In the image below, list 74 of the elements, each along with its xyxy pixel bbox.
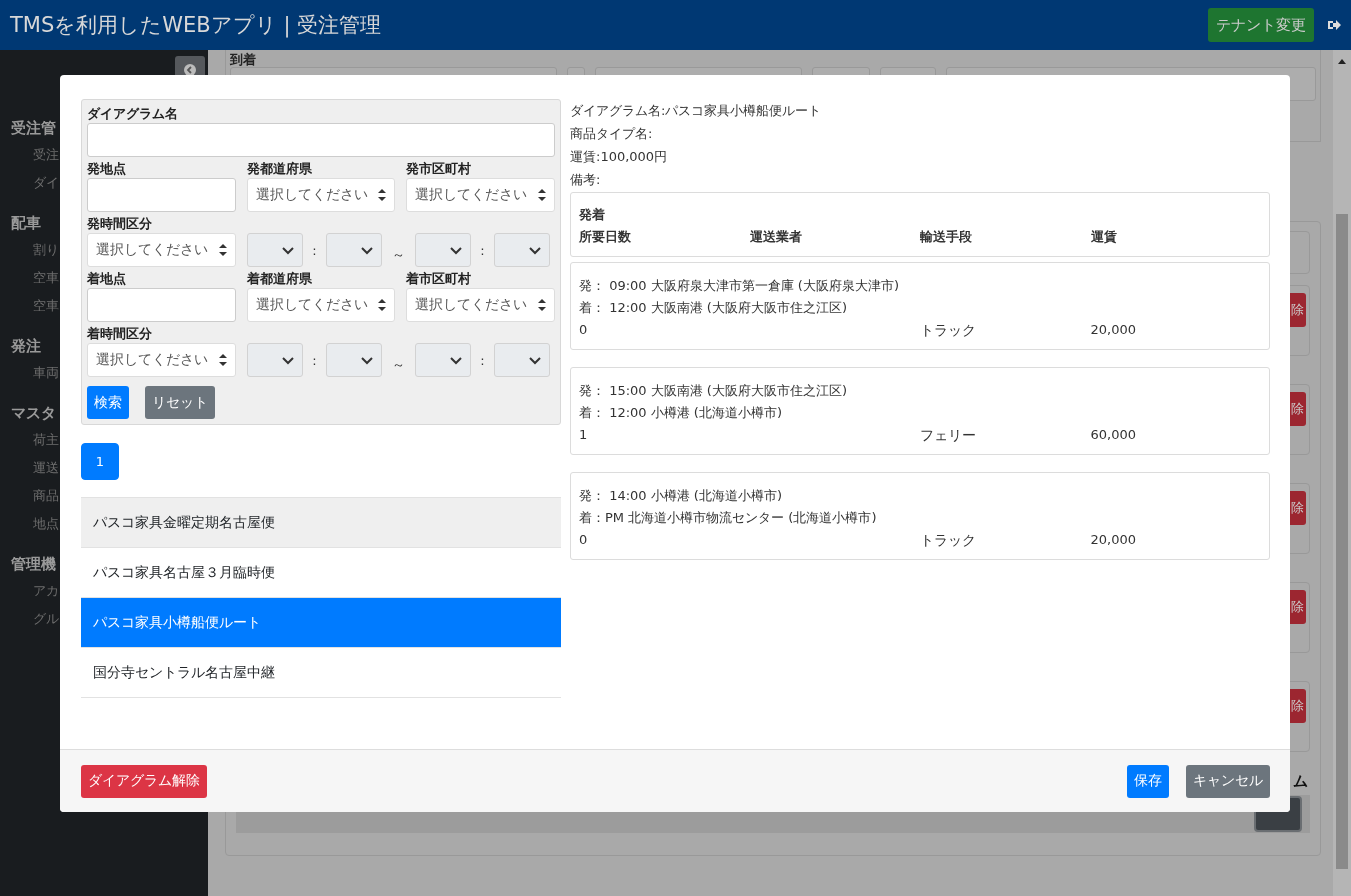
sidebar-item[interactable]: 空車 (33, 269, 59, 287)
separator: ～ (391, 356, 406, 374)
separator: : (479, 242, 486, 258)
select-field[interactable]: 選択してください (406, 288, 555, 322)
save-button[interactable]: 保存 (1127, 764, 1169, 798)
detail-text: ダイアグラム名:パスコ家具小樽船便ルート (570, 102, 823, 120)
field-label: 着地点 (87, 270, 127, 288)
sidebar-item[interactable]: ダイ (33, 174, 59, 192)
detail-text: 商品タイプ名: (570, 125, 654, 143)
field-label: 発都道府県 (246, 160, 313, 178)
days-text: 0 (579, 531, 589, 549)
cancel-button[interactable]: キャンセル (1186, 764, 1270, 798)
detail-text: 備考: (570, 171, 602, 189)
arrival-text: 着： 12:00 大阪南港 (大阪府大阪市住之江区) (579, 299, 848, 317)
select-field[interactable]: 選択してください (246, 288, 396, 322)
diagram-list-item[interactable]: パスコ家具金曜定期名古屋便 (81, 498, 561, 548)
departure-text: 発： 15:00 大阪南港 (大阪府大阪市住之江区) (579, 382, 848, 400)
field-label: ダイアグラム名 (87, 105, 179, 123)
sidebar-heading: 配車 (11, 214, 41, 233)
select-field[interactable]: 選択してください (87, 343, 236, 377)
reset-button[interactable]: リセット (145, 386, 215, 419)
sidebar-item[interactable]: グル (33, 610, 59, 628)
departure-text: 発： 14:00 小樽港 (北海道小樽市) (579, 487, 783, 505)
sidebar-item[interactable]: 割り (33, 241, 59, 259)
separator: ～ (391, 246, 406, 264)
column-heading: 運送業者 (749, 228, 803, 246)
sidebar-item[interactable]: 受注 (33, 146, 59, 164)
sidebar-item[interactable]: アカ (33, 582, 59, 600)
select-field[interactable]: 選択してください (406, 178, 555, 212)
arrival-text: 着： 12:00 小樽港 (北海道小樽市) (579, 404, 783, 422)
column-heading: 運賃 (1090, 228, 1118, 246)
column-heading: 輸送手段 (920, 228, 973, 246)
transport-text: トラック (920, 321, 977, 340)
diagram-list-item[interactable]: パスコ家具小樽船便ルート (81, 598, 561, 648)
arrival-text: 着：PM 北海道小樽市物流センター (北海道小樽市) (579, 509, 878, 527)
field-label: 着都道府県 (246, 270, 313, 288)
field-label: 発市区町村 (406, 160, 473, 178)
transport-text: トラック (920, 531, 977, 550)
field-label: 到着 (230, 52, 257, 67)
sidebar-item[interactable]: 空車 (33, 297, 59, 315)
select-field[interactable]: 選択してください (87, 233, 236, 267)
tenant-change-button[interactable]: テナント変更 (1208, 8, 1314, 42)
detail-text: 運賃:100,000円 (570, 148, 669, 166)
days-text: 1 (579, 426, 589, 444)
sidebar-heading: 発注 (11, 337, 41, 356)
sidebar-heading: 管理機 (11, 555, 56, 574)
field-label: 発時間区分 (87, 215, 153, 233)
sidebar-item[interactable]: 商品 (33, 487, 59, 505)
fare-text: 60,000 (1090, 426, 1137, 444)
departure-text: 発： 09:00 大阪府泉大津市第一倉庫 (大阪府泉大津市) (579, 277, 900, 295)
separator: : (311, 352, 318, 368)
sidebar-heading: マスタ (11, 404, 56, 423)
separator: : (311, 242, 318, 258)
column-heading: 所要日数 (579, 228, 632, 246)
app-title: TMSを利用したWEBアプリ | 受注管理 (10, 12, 382, 39)
sidebar-heading: 受注管 (11, 119, 56, 138)
separator: : (479, 352, 486, 368)
sidebar-item[interactable]: 車両 (33, 364, 59, 382)
fare-text: 20,000 (1090, 531, 1137, 549)
release-diagram-button[interactable]: ダイアグラム解除 (81, 764, 207, 798)
days-text: 0 (579, 321, 589, 339)
search-button[interactable]: 検索 (87, 386, 129, 419)
column-heading: ム (1293, 772, 1308, 790)
sidebar-item[interactable]: 地点 (33, 515, 59, 533)
select-field[interactable]: 選択してください (246, 178, 396, 212)
sidebar-item[interactable]: 運送 (33, 459, 59, 477)
transport-text: フェリー (920, 426, 977, 445)
page-button[interactable]: 1 (81, 443, 119, 480)
field-label: 着時間区分 (87, 325, 153, 343)
field-label: 発地点 (87, 160, 127, 178)
fare-text: 20,000 (1090, 321, 1137, 339)
sidebar-item[interactable]: 荷主 (33, 431, 59, 449)
field-label: 着市区町村 (406, 270, 473, 288)
column-heading: 発着 (579, 206, 606, 224)
